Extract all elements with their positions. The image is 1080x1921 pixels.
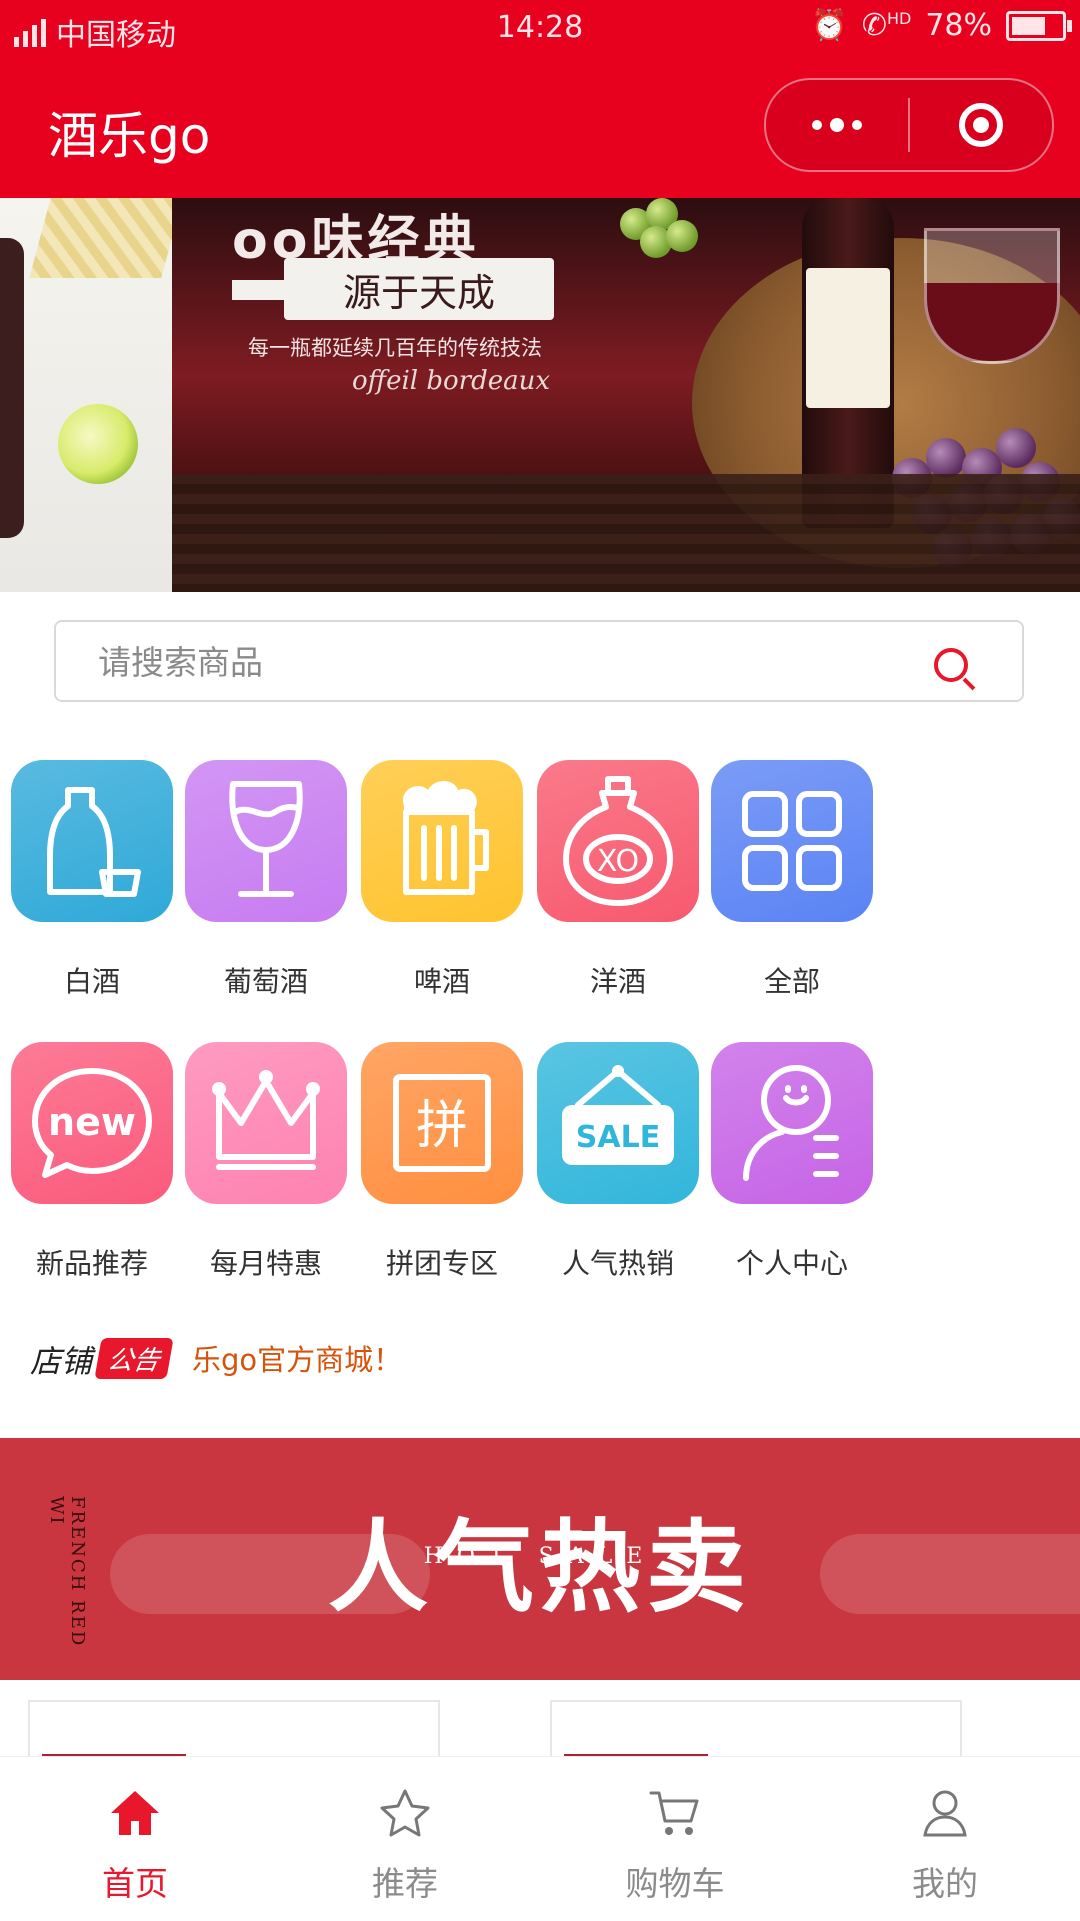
search-icon[interactable] (934, 648, 968, 682)
category-label: 每月特惠 (209, 1247, 322, 1280)
tab-label: 首页 (102, 1864, 168, 1903)
beer-mug-icon (361, 760, 523, 922)
notice-shop-label: 店铺 (30, 1343, 92, 1380)
crown-icon (185, 1042, 347, 1204)
tab-label: 购物车 (625, 1864, 725, 1903)
carousel-slide[interactable]: oo味经典 源于天成 每一瓶都延续几百年的传统技法 offeil bordeau… (172, 198, 1080, 592)
hot-sale-subtitle: HOT SALE (423, 1544, 657, 1569)
category-item[interactable]: XO 洋酒 (518, 760, 718, 1000)
page-title: 酒乐go (48, 107, 211, 165)
search-box[interactable] (54, 620, 1024, 702)
notice-text: 乐go官方商城！ (192, 1343, 403, 1377)
user-profile-icon (711, 1042, 873, 1204)
new-bubble-icon: new (11, 1042, 173, 1204)
battery-icon (1006, 10, 1072, 41)
category-label: 人气热销 (561, 1247, 674, 1280)
category-label: 啤酒 (413, 965, 470, 998)
category-label: 个人中心 (735, 1247, 848, 1280)
bottom-tab-bar: 首页 推荐 购物车 我的 (0, 1756, 1080, 1921)
tab-cart[interactable]: 购物车 (540, 1757, 810, 1921)
title-bar: 酒乐go (0, 56, 1080, 198)
search-input[interactable] (96, 622, 920, 702)
category-label: 洋酒 (589, 965, 646, 998)
svg-text:拼: 拼 (416, 1096, 468, 1156)
more-menu-button[interactable] (766, 80, 908, 170)
tab-label: 我的 (912, 1864, 978, 1903)
category-item[interactable]: SALE 人气热销 (518, 1042, 718, 1282)
sale-sign-icon: SALE (537, 1042, 699, 1204)
promo-carousel[interactable]: oo味经典 源于天成 每一瓶都延续几百年的传统技法 offeil bordeau… (0, 198, 1080, 592)
tab-user[interactable]: 我的 (810, 1757, 1080, 1921)
carousel-prev-slide (0, 198, 183, 592)
category-item[interactable]: new 新品推荐 (0, 1042, 192, 1282)
svg-text:new: new (48, 1100, 136, 1144)
tab-home[interactable]: 首页 (0, 1757, 270, 1921)
category-item[interactable]: 白酒 (0, 760, 192, 1000)
battery-percent: 78% (925, 8, 992, 43)
home-icon (107, 1787, 163, 1843)
category-item[interactable]: 葡萄酒 (166, 760, 366, 1000)
category-label: 拼团专区 (385, 1247, 498, 1280)
group-buy-icon: 拼 (361, 1042, 523, 1204)
wine-glass-icon (185, 760, 347, 922)
target-icon (959, 103, 1003, 147)
status-bar: 中国移动 14:28 ⏰ ✆HD 78% (0, 0, 1080, 56)
store-notice[interactable]: 店铺 公告 乐go官方商城！ (30, 1336, 402, 1380)
miniprogram-capsule (764, 78, 1054, 172)
alarm-icon: ⏰ (810, 8, 848, 43)
banner-script: offeil bordeaux (352, 366, 551, 396)
category-item[interactable]: 拼拼团专区 (342, 1042, 542, 1282)
notice-tag: 公告 (94, 1337, 174, 1379)
banner-tagline: 源于天成 (284, 258, 554, 320)
tab-star[interactable]: 推荐 (270, 1757, 540, 1921)
category-label: 全部 (763, 965, 820, 998)
user-icon (917, 1787, 973, 1843)
category-label: 新品推荐 (35, 1247, 148, 1280)
wine-glass-image (924, 228, 1060, 364)
category-label: 白酒 (63, 965, 120, 998)
svg-text:XO: XO (597, 844, 639, 879)
category-item[interactable]: 啤酒 (342, 760, 542, 1000)
call-hd-icon: ✆HD (861, 8, 912, 43)
close-miniprogram-button[interactable] (910, 103, 1052, 147)
tab-label: 推荐 (372, 1864, 438, 1903)
category-label: 葡萄酒 (223, 965, 308, 998)
hot-sale-banner[interactable]: FRENCH RED WI 人气热卖 HOT SALE (0, 1438, 1080, 1680)
category-item[interactable]: 全部 (692, 760, 892, 1000)
grid-icon (711, 760, 873, 922)
category-item[interactable]: 每月特惠 (166, 1042, 366, 1282)
cart-icon (647, 1787, 703, 1843)
baijiu-bottle-icon (11, 760, 173, 922)
category-item[interactable]: 个人中心 (692, 1042, 892, 1282)
svg-text:SALE: SALE (576, 1120, 660, 1155)
xo-bottle-icon: XO (537, 760, 699, 922)
star-icon (377, 1787, 433, 1843)
banner-subtitle: 每一瓶都延续几百年的传统技法 (248, 336, 542, 360)
